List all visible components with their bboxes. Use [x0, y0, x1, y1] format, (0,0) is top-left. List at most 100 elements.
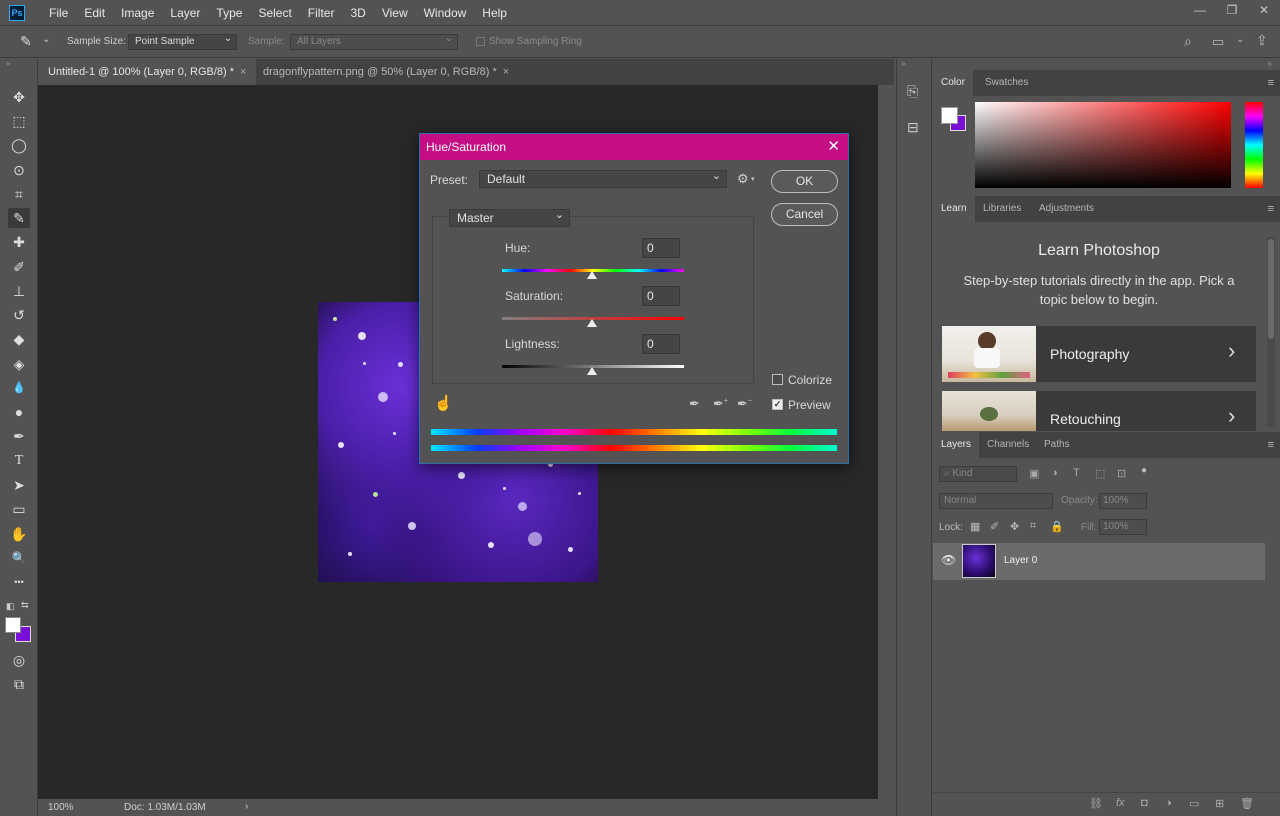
tab-adjustments[interactable]: Adjustments: [1031, 196, 1102, 222]
filter-toggle-icon[interactable]: ●: [1141, 465, 1147, 476]
close-window-button[interactable]: ✕: [1248, 0, 1280, 20]
menu-edit[interactable]: Edit: [76, 0, 113, 26]
filter-pixel-icon[interactable]: ▣: [1029, 467, 1039, 480]
more-tools-icon[interactable]: •••: [8, 572, 30, 592]
menu-view[interactable]: View: [374, 0, 416, 26]
cancel-button[interactable]: Cancel: [771, 203, 838, 226]
lock-transparent-icon[interactable]: ▦: [970, 520, 980, 533]
menu-select[interactable]: Select: [250, 0, 299, 26]
menu-filter[interactable]: Filter: [300, 0, 343, 26]
sample-select[interactable]: All Layers: [290, 32, 458, 50]
pen-tool-icon[interactable]: ✒: [8, 426, 30, 446]
workspace-chevron-icon[interactable]: ⌄: [1236, 34, 1244, 45]
canvas-vertical-scrollbar[interactable]: [878, 85, 894, 799]
move-tool-icon[interactable]: ✥: [8, 87, 30, 107]
zoom-level[interactable]: 100%: [48, 802, 74, 813]
link-layers-icon[interactable]: ⛓: [1089, 797, 1103, 810]
menu-window[interactable]: Window: [416, 0, 475, 26]
blend-mode-select[interactable]: Normal: [939, 493, 1053, 509]
search-icon[interactable]: ⌕: [1184, 33, 1192, 50]
lightness-slider-thumb[interactable]: [587, 367, 597, 375]
history-panel-icon[interactable]: ⎘: [907, 83, 918, 100]
lock-all-icon[interactable]: 🔒: [1050, 520, 1064, 533]
restore-button[interactable]: ❐: [1216, 0, 1248, 20]
preset-select[interactable]: Default: [479, 168, 727, 188]
tab-dragonflypattern[interactable]: dragonflypattern.png @ 50% (Layer 0, RGB…: [253, 59, 519, 85]
filter-shape-icon[interactable]: ⬚: [1095, 467, 1105, 480]
panel-menu-icon[interactable]: ≡: [1268, 439, 1274, 451]
add-mask-icon[interactable]: ◘: [1141, 797, 1148, 809]
tab-color[interactable]: Color: [933, 70, 973, 96]
color-picker-field[interactable]: [975, 102, 1231, 188]
group-icon[interactable]: ▭: [1189, 797, 1199, 810]
crop-tool-icon[interactable]: ⌗: [8, 184, 30, 204]
properties-panel-icon[interactable]: ⊟: [907, 119, 919, 136]
targeted-adjustment-hand-icon[interactable]: ☝: [434, 394, 453, 412]
new-layer-icon[interactable]: ⊞: [1215, 797, 1224, 810]
filter-type-icon[interactable]: T: [1073, 467, 1080, 479]
close-tab-icon[interactable]: ×: [503, 66, 509, 78]
eye-visibility-icon[interactable]: 👁: [941, 553, 956, 567]
minimize-button[interactable]: —: [1184, 0, 1216, 20]
layer-name[interactable]: Layer 0: [1004, 555, 1037, 566]
workspace-icon[interactable]: ▭: [1212, 34, 1224, 50]
hand-tool-icon[interactable]: ✋: [8, 524, 30, 544]
fx-icon[interactable]: fx: [1116, 797, 1125, 809]
tab-paths[interactable]: Paths: [1036, 432, 1078, 458]
menu-type[interactable]: Type: [208, 0, 250, 26]
eyedropper-tool-preset-icon[interactable]: ✎: [20, 33, 32, 50]
tab-libraries[interactable]: Libraries: [975, 196, 1029, 222]
menu-3d[interactable]: 3D: [342, 0, 373, 26]
zoom-tool-icon[interactable]: 🔍: [8, 548, 30, 568]
marquee-tool-icon[interactable]: ⬚: [8, 111, 30, 131]
brush-tool-icon[interactable]: ✐: [8, 257, 30, 277]
menu-file[interactable]: File: [41, 0, 76, 26]
tab-swatches[interactable]: Swatches: [977, 70, 1036, 96]
sampling-ring-checkbox[interactable]: [476, 37, 485, 46]
menu-layer[interactable]: Layer: [162, 0, 208, 26]
path-select-tool-icon[interactable]: ➤: [8, 475, 30, 495]
blur-tool-icon[interactable]: 💧: [8, 378, 30, 398]
tab-learn[interactable]: Learn: [933, 196, 975, 222]
sample-size-select[interactable]: Point Sample: [128, 32, 237, 50]
lock-image-icon[interactable]: ✐: [990, 520, 999, 533]
eyedropper-icon[interactable]: ✒: [689, 396, 700, 412]
tab-channels[interactable]: Channels: [979, 432, 1037, 458]
adjustment-layer-icon[interactable]: ◑: [1165, 797, 1172, 809]
lock-artboard-icon[interactable]: ⌗: [1030, 520, 1036, 533]
healing-tool-icon[interactable]: ✚: [8, 232, 30, 252]
trash-icon[interactable]: 🗑: [1240, 797, 1254, 810]
share-icon[interactable]: ⇪: [1256, 32, 1268, 49]
learn-item-photography[interactable]: Photography ›: [942, 326, 1256, 382]
ok-button[interactable]: OK: [771, 170, 838, 193]
filter-adjustment-icon[interactable]: ◑: [1051, 467, 1058, 479]
eraser-tool-icon[interactable]: ◆: [8, 329, 30, 349]
saturation-input[interactable]: 0: [642, 286, 680, 306]
hue-slider[interactable]: [1245, 102, 1263, 188]
panel-menu-icon[interactable]: ≡: [1268, 203, 1274, 215]
collapse-dock-icon[interactable]: »: [901, 59, 905, 68]
colorize-checkbox[interactable]: [772, 374, 783, 385]
chevron-down-icon[interactable]: ⌄: [42, 34, 50, 45]
color-foreground-swatch[interactable]: [941, 107, 958, 124]
rectangle-tool-icon[interactable]: ▭: [8, 499, 30, 519]
eyedropper-tool-icon[interactable]: ✎: [8, 208, 30, 228]
filter-smart-object-icon[interactable]: ⊡: [1117, 467, 1126, 480]
status-menu-arrow-icon[interactable]: ›: [245, 801, 248, 812]
collapse-panels-icon[interactable]: «: [1268, 59, 1272, 68]
quick-select-tool-icon[interactable]: ⊙: [8, 160, 30, 180]
saturation-slider-thumb[interactable]: [587, 319, 597, 327]
history-brush-tool-icon[interactable]: ↺: [8, 305, 30, 325]
layer-filter-kind-select[interactable]: ⌕ Kind: [939, 466, 1017, 482]
menu-image[interactable]: Image: [113, 0, 162, 26]
default-colors-icon[interactable]: ◧: [6, 601, 15, 612]
type-tool-icon[interactable]: T: [8, 451, 30, 471]
close-tab-icon[interactable]: ×: [240, 66, 246, 78]
channel-select[interactable]: Master: [449, 207, 570, 227]
lasso-tool-icon[interactable]: ◯: [8, 135, 30, 155]
screen-mode-icon[interactable]: ⧉: [8, 674, 30, 694]
quick-mask-icon[interactable]: ◎: [8, 650, 30, 670]
tab-untitled-1[interactable]: Untitled-1 @ 100% (Layer 0, RGB/8) * ×: [38, 59, 257, 85]
paint-bucket-tool-icon[interactable]: ◈: [8, 354, 30, 374]
dodge-tool-icon[interactable]: ●: [8, 402, 30, 422]
